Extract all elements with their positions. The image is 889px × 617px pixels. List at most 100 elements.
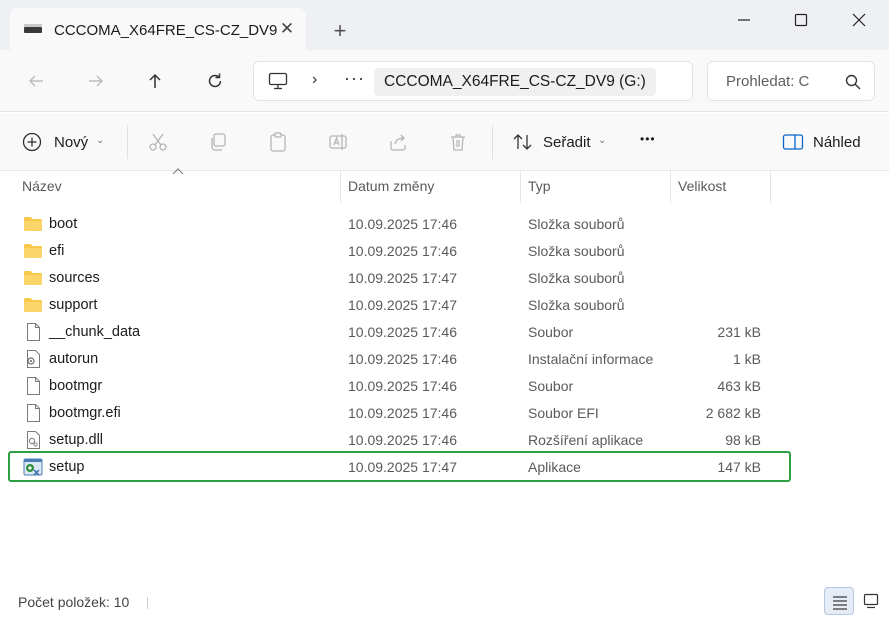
- up-button[interactable]: [141, 67, 169, 95]
- tiles-view-button[interactable]: [856, 587, 886, 615]
- file-type: Aplikace: [528, 459, 581, 475]
- more-options-button[interactable]: •••: [640, 127, 670, 157]
- preview-pane-icon: [782, 134, 804, 150]
- forward-button[interactable]: [82, 67, 110, 95]
- arrow-right-icon: [89, 75, 104, 87]
- new-tab-button[interactable]: +: [326, 17, 354, 45]
- file-type: Složka souborů: [528, 297, 625, 313]
- file-name: support: [49, 297, 98, 313]
- file-size: 463 kB: [717, 378, 761, 394]
- rename-button[interactable]: [328, 127, 350, 157]
- search-input[interactable]: Prohledat: C: [707, 61, 875, 101]
- divider: [127, 125, 128, 159]
- maximize-button[interactable]: [778, 4, 824, 34]
- breadcrumb-chevron[interactable]: ›: [312, 71, 317, 89]
- column-header-size[interactable]: Velikost: [678, 171, 768, 203]
- column-resize-handle[interactable]: [670, 171, 671, 203]
- file-row-chunk-data[interactable]: __chunk_data 10.09.2025 17:46 Soubor 231 kB: [10, 318, 789, 345]
- column-header-row: Název Datum změny Typ Velikost: [0, 171, 889, 203]
- file-type: Instalační informace: [528, 351, 654, 367]
- refresh-button[interactable]: [201, 67, 229, 95]
- tiles-view-icon: [863, 593, 879, 609]
- file-type: Složka souborů: [528, 270, 625, 286]
- divider: [492, 125, 493, 159]
- chevron-down-icon: ⌄: [598, 135, 607, 146]
- column-resize-handle[interactable]: [520, 171, 521, 203]
- file-type: Soubor EFI: [528, 405, 599, 421]
- search-placeholder: Prohledat: C: [726, 73, 810, 90]
- sort-button[interactable]: Seřadit ⌄: [512, 127, 612, 157]
- folder-icon: [23, 269, 43, 287]
- file-type: Soubor: [528, 378, 574, 394]
- file-date: 10.09.2025 17:46: [348, 216, 457, 232]
- back-button[interactable]: [22, 67, 50, 95]
- file-row-sources[interactable]: sources 10.09.2025 17:47 Složka souborů: [10, 264, 789, 291]
- file-row-efi[interactable]: efi 10.09.2025 17:46 Složka souborů: [10, 237, 789, 264]
- breadcrumb-overflow-button[interactable]: ···: [344, 68, 365, 89]
- file-row-autorun[interactable]: autorun 10.09.2025 17:46 Instalační inform…: [10, 345, 789, 372]
- file-row-setup-dll[interactable]: setup.dll 10.09.2025 17:46 Rozšíření aplik…: [10, 426, 789, 453]
- column-header-type[interactable]: Typ: [528, 171, 668, 203]
- column-resize-handle[interactable]: [340, 171, 341, 203]
- setup-app-icon: [23, 458, 43, 476]
- file-row-setup[interactable]: setup 10.09.2025 17:47 Aplikace 147 kB: [8, 451, 791, 482]
- chevron-down-icon: ⌄: [96, 135, 105, 146]
- file-type: Složka souborů: [528, 216, 625, 232]
- breadcrumb-current[interactable]: CCCOMA_X64FRE_CS-CZ_DV9 (G:): [374, 68, 656, 96]
- address-bar[interactable]: › ··· CCCOMA_X64FRE_CS-CZ_DV9 (G:): [253, 61, 693, 101]
- close-button[interactable]: [836, 4, 882, 34]
- cut-icon: [149, 133, 167, 151]
- file-size: 1 kB: [732, 351, 761, 367]
- file-row-boot[interactable]: boot 10.09.2025 17:46 Složka souborů: [10, 210, 789, 237]
- share-icon: [390, 134, 406, 151]
- more-icon: •••: [640, 132, 656, 146]
- copy-icon: [211, 133, 226, 151]
- arrow-up-icon: [149, 73, 161, 88]
- arrow-left-icon: [28, 75, 43, 87]
- file-row-bootmgr-efi[interactable]: bootmgr.efi 10.09.2025 17:46 Soubor EFI 2 6…: [10, 399, 789, 426]
- divider: [147, 597, 148, 609]
- details-view-button[interactable]: [824, 587, 854, 615]
- folder-icon: [23, 242, 43, 260]
- maximize-icon: [794, 13, 808, 27]
- rename-icon: [329, 134, 347, 150]
- file-row-support[interactable]: support 10.09.2025 17:47 Složka souborů: [10, 291, 789, 318]
- new-button[interactable]: Nový ⌄: [22, 127, 112, 157]
- plus-circle-icon: [22, 132, 42, 152]
- file-date: 10.09.2025 17:47: [348, 270, 457, 286]
- file-date: 10.09.2025 17:46: [348, 243, 457, 259]
- sort-icon: [513, 134, 532, 150]
- delete-button[interactable]: [448, 127, 470, 157]
- file-date: 10.09.2025 17:46: [348, 324, 457, 340]
- command-bar: Nový ⌄ Seřadit ⌄ ••• Náhled: [0, 113, 889, 171]
- file-row-bootmgr[interactable]: bootmgr 10.09.2025 17:46 Soubor 463 kB: [10, 372, 789, 399]
- file-name: setup: [49, 459, 85, 475]
- details-view-icon: [833, 596, 847, 610]
- file-date: 10.09.2025 17:47: [348, 459, 457, 475]
- search-icon: [845, 74, 861, 90]
- tab-title: CCCOMA_X64FRE_CS-CZ_DV9: [54, 22, 278, 39]
- file-icon: [23, 377, 43, 395]
- preview-pane-button[interactable]: Náhled: [782, 127, 872, 157]
- file-icon: [23, 404, 43, 422]
- setup-info-icon: [23, 350, 43, 368]
- tab-drive[interactable]: CCCOMA_X64FRE_CS-CZ_DV9 ✕: [10, 8, 306, 50]
- column-header-name[interactable]: Název: [22, 171, 338, 203]
- column-resize-handle[interactable]: [770, 171, 771, 203]
- item-count: Počet položek: 10: [18, 594, 130, 610]
- cut-button[interactable]: [148, 127, 170, 157]
- tab-close-button[interactable]: ✕: [275, 17, 299, 41]
- column-header-date[interactable]: Datum změny: [348, 171, 518, 203]
- paste-button[interactable]: [268, 127, 290, 157]
- file-icon: [23, 323, 43, 341]
- file-date: 10.09.2025 17:47: [348, 297, 457, 313]
- file-date: 10.09.2025 17:46: [348, 405, 457, 421]
- copy-button[interactable]: [208, 127, 230, 157]
- file-date: 10.09.2025 17:46: [348, 432, 457, 448]
- share-button[interactable]: [388, 127, 410, 157]
- sort-label: Seřadit: [543, 134, 591, 151]
- minimize-button[interactable]: [721, 4, 767, 34]
- file-name: efi: [49, 243, 65, 259]
- new-label: Nový: [54, 134, 89, 151]
- title-bar: CCCOMA_X64FRE_CS-CZ_DV9 ✕ +: [0, 0, 889, 50]
